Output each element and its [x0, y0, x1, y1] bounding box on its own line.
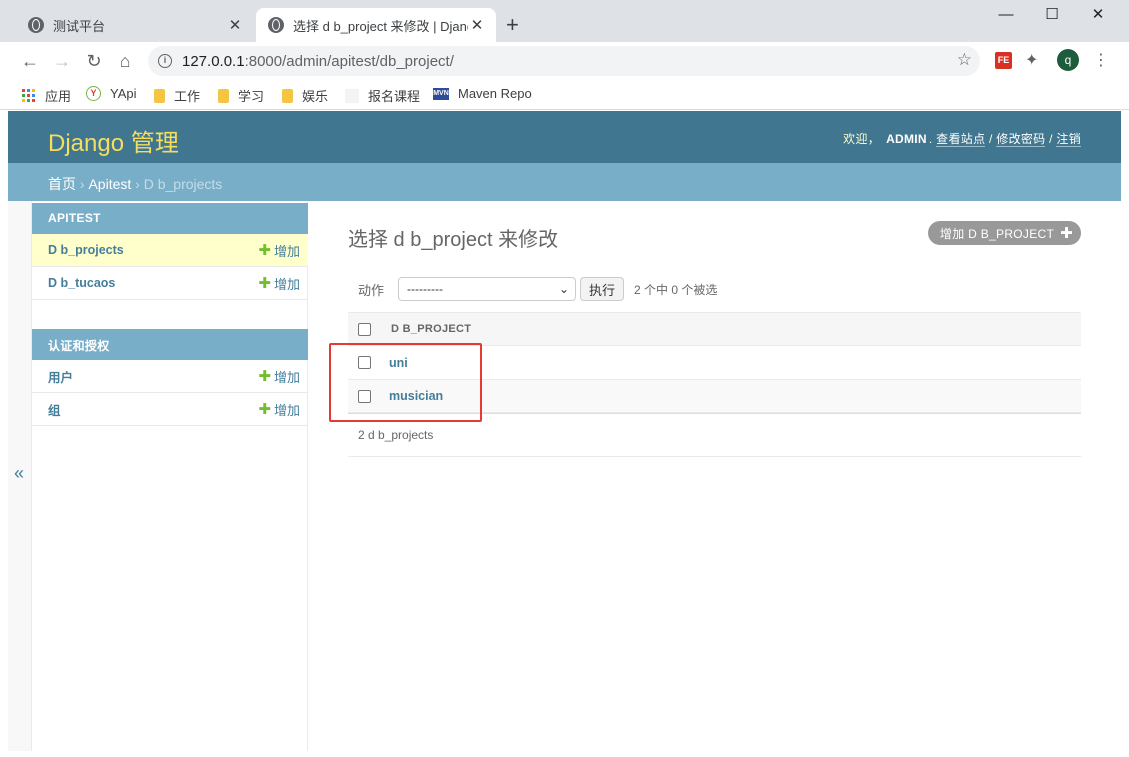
back-icon[interactable]: ←	[18, 49, 42, 73]
tab-django-admin[interactable]: 选择 d b_project 来修改 | Django 站点管理 ✕	[256, 8, 496, 42]
bookmark-folder-work[interactable]: 工作	[154, 86, 200, 105]
apps-grid-icon	[22, 88, 36, 103]
chevron-down-icon: ⌄	[558, 282, 570, 296]
breadcrumb: 首页 › Apitest › D b_projects	[8, 163, 1121, 201]
add-link[interactable]: ✚ 增加	[258, 400, 300, 419]
plus-icon: ✚	[258, 275, 271, 292]
page-viewport: Django 管理 欢迎， ADMIN. 查看站点 / 修改密码 / 注销 首页 …	[8, 111, 1121, 751]
run-action-button[interactable]: 执行	[580, 277, 625, 301]
breadcrumb-current: D b_projects	[143, 176, 223, 192]
reload-icon[interactable]: ↻	[82, 49, 106, 73]
sidebar-item-db-projects: D b_projects ✚ 增加	[32, 234, 308, 267]
folder-icon	[218, 88, 229, 103]
model-link[interactable]: D b_projects	[48, 243, 124, 257]
site-branding[interactable]: Django 管理	[48, 123, 179, 158]
module-auth: 认证和授权 用户 ✚ 增加 组 ✚ 增加	[32, 329, 308, 426]
sidebar-toggle[interactable]: «	[8, 201, 32, 751]
folder-icon	[154, 88, 165, 103]
tab-title: 选择 d b_project 来修改 | Django 站点管理	[293, 18, 468, 34]
tab-test-platform[interactable]: 测试平台 ✕	[16, 8, 254, 42]
plus-icon: ✚	[1060, 225, 1073, 242]
window-close-icon[interactable]: ✕	[1078, 4, 1118, 28]
profile-avatar[interactable]: q	[1057, 49, 1079, 71]
globe-icon	[28, 17, 44, 33]
page-title: 选择 d b_project 来修改	[348, 229, 559, 251]
bookmark-yapi[interactable]: Y YApi	[86, 86, 137, 101]
breadcrumb-home[interactable]: 首页	[48, 176, 76, 192]
tab-strip: 测试平台 ✕ 选择 d b_project 来修改 | Django 站点管理 …	[0, 0, 1129, 42]
model-link[interactable]: 用户	[48, 367, 73, 386]
add-link[interactable]: ✚ 增加	[258, 274, 300, 293]
bookmark-star-icon[interactable]: ☆	[957, 50, 972, 70]
address-bar[interactable]: i 127.0.0.1:8000/admin/apitest/db_projec…	[148, 46, 980, 76]
logout-link[interactable]: 注销	[1056, 132, 1081, 147]
plus-icon: ✚	[258, 401, 271, 418]
tab-title: 测试平台	[53, 18, 106, 34]
module-apitest: APITEST D b_projects ✚ 增加 D b_tucaos ✚ 增加	[32, 203, 308, 300]
add-link[interactable]: ✚ 增加	[258, 367, 300, 386]
action-label: 动作	[358, 282, 385, 298]
tab-close-icon[interactable]: ✕	[468, 16, 486, 34]
bookmark-folder-study[interactable]: 学习	[218, 86, 264, 105]
minimize-icon[interactable]: —	[986, 4, 1026, 28]
collapse-icon[interactable]: «	[14, 463, 24, 484]
bookmark-folder-fun[interactable]: 娱乐	[282, 86, 328, 105]
actions-bar: 动作 --------- ⌄ 执行 2 个中 0 个被选	[348, 277, 717, 301]
model-link[interactable]: 组	[48, 400, 61, 419]
tab-close-icon[interactable]: ✕	[226, 16, 244, 34]
page-icon	[345, 88, 359, 103]
browser-toolbar: ← → ↻ ⌂ i 127.0.0.1:8000/admin/apitest/d…	[0, 42, 1129, 80]
kebab-menu-icon[interactable]: ⋮	[1093, 50, 1109, 70]
selection-counter: 2 个中 0 个被选	[634, 282, 718, 297]
model-link[interactable]: D b_tucaos	[48, 276, 115, 290]
breadcrumb-app[interactable]: Apitest	[88, 176, 131, 192]
action-select[interactable]: --------- ⌄	[398, 277, 577, 301]
url-text[interactable]: 127.0.0.1:8000/admin/apitest/db_project/	[182, 53, 454, 70]
new-tab-icon[interactable]: +	[506, 13, 519, 37]
table-header: D B_PROJECT	[348, 312, 1081, 345]
bookmarks-bar: 应用 Y YApi 工作 学习 娱乐 报名课程 MVN Maven Repo	[0, 80, 1129, 110]
module-caption[interactable]: 认证和授权	[32, 329, 308, 360]
module-caption[interactable]: APITEST	[32, 203, 308, 234]
change-password-link[interactable]: 修改密码	[996, 132, 1046, 147]
bookmark-apps[interactable]: 应用	[22, 86, 71, 105]
bookmark-course[interactable]: 报名课程	[345, 86, 420, 105]
add-db-project-button[interactable]: 增加 D B_PROJECT ✚	[927, 221, 1081, 245]
folder-icon	[282, 88, 293, 103]
nav-sidebar: « APITEST D b_projects ✚ 增加 D b_tucaos ✚ 增…	[8, 201, 308, 751]
main-content: 选择 d b_project 来修改 增加 D B_PROJECT ✚ 动作 --…	[348, 201, 1081, 751]
admin-header: Django 管理 欢迎， ADMIN. 查看站点 / 修改密码 / 注销	[8, 111, 1121, 163]
plus-icon: ✚	[258, 242, 271, 259]
globe-icon	[268, 17, 284, 33]
fe-extension-icon[interactable]: FE	[995, 52, 1012, 69]
sidebar-item-users: 用户 ✚ 增加	[32, 360, 308, 393]
maven-icon: MVN	[433, 87, 449, 100]
annotation-highlight-box	[329, 343, 482, 422]
column-header[interactable]: D B_PROJECT	[391, 323, 471, 335]
sidebar-item-groups: 组 ✚ 增加	[32, 393, 308, 426]
bookmark-maven[interactable]: MVN Maven Repo	[433, 86, 532, 101]
forward-icon[interactable]: →	[50, 49, 74, 73]
maximize-icon[interactable]: ☐	[1032, 4, 1072, 28]
view-site-link[interactable]: 查看站点	[936, 132, 986, 147]
home-icon[interactable]: ⌂	[113, 49, 137, 73]
username: ADMIN	[886, 132, 927, 146]
puzzle-icon[interactable]: ✦	[1025, 50, 1038, 70]
sidebar-item-db-tucaos: D b_tucaos ✚ 增加	[32, 267, 308, 300]
select-all-checkbox[interactable]	[358, 322, 371, 336]
yapi-icon: Y	[86, 86, 101, 101]
add-link[interactable]: ✚ 增加	[258, 241, 300, 260]
user-tools: 欢迎， ADMIN. 查看站点 / 修改密码 / 注销	[843, 132, 1081, 147]
plus-icon: ✚	[258, 368, 271, 385]
info-icon[interactable]: i	[158, 54, 172, 68]
